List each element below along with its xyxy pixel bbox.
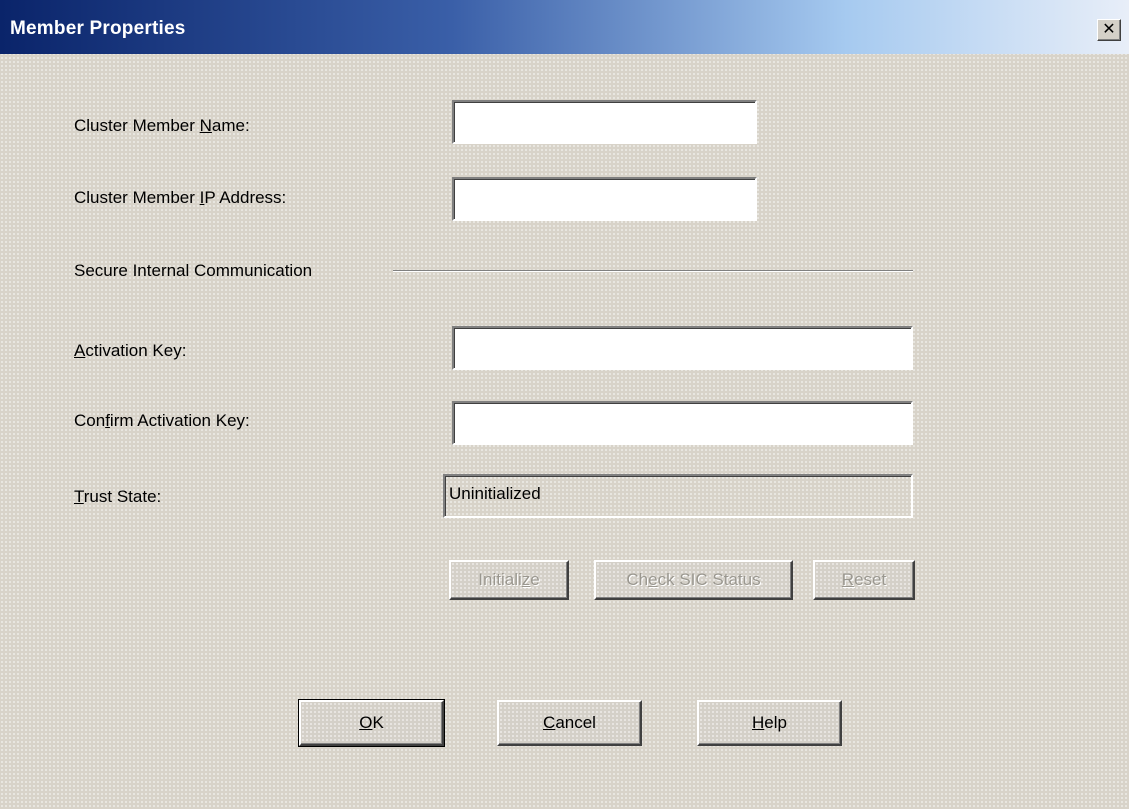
confirm-activation-key-input[interactable]	[452, 401, 913, 445]
trust-state-label: Trust State:	[74, 487, 162, 506]
title-bar[interactable]: Member Properties ✕	[0, 0, 1129, 54]
cluster-member-ip-input[interactable]	[452, 177, 757, 221]
initialize-button[interactable]: Initialize	[449, 560, 569, 600]
close-icon: ✕	[1102, 21, 1116, 38]
help-button[interactable]: Help	[697, 700, 842, 746]
trust-state-value: Uninitialized	[443, 474, 913, 518]
check-sic-status-button[interactable]: Check SIC Status	[594, 560, 793, 600]
cluster-member-name-label: Cluster Member Name:	[74, 116, 250, 135]
cluster-member-ip-label: Cluster Member IP Address:	[74, 188, 287, 207]
activation-key-label: Activation Key:	[74, 341, 187, 360]
ok-button[interactable]: OK	[298, 699, 445, 747]
reset-button[interactable]: Reset	[813, 560, 915, 600]
member-properties-dialog: Member Properties ✕ Cluster Member Name:…	[0, 0, 1129, 809]
confirm-activation-key-label: Confirm Activation Key:	[74, 411, 250, 430]
window-title: Member Properties	[10, 18, 186, 39]
sic-section-label: Secure Internal Communication	[74, 261, 313, 280]
cluster-member-name-input[interactable]	[452, 100, 757, 144]
sic-section-divider	[393, 270, 913, 272]
close-button[interactable]: ✕	[1097, 19, 1121, 41]
activation-key-input[interactable]	[452, 326, 913, 370]
cancel-button[interactable]: Cancel	[497, 700, 642, 746]
